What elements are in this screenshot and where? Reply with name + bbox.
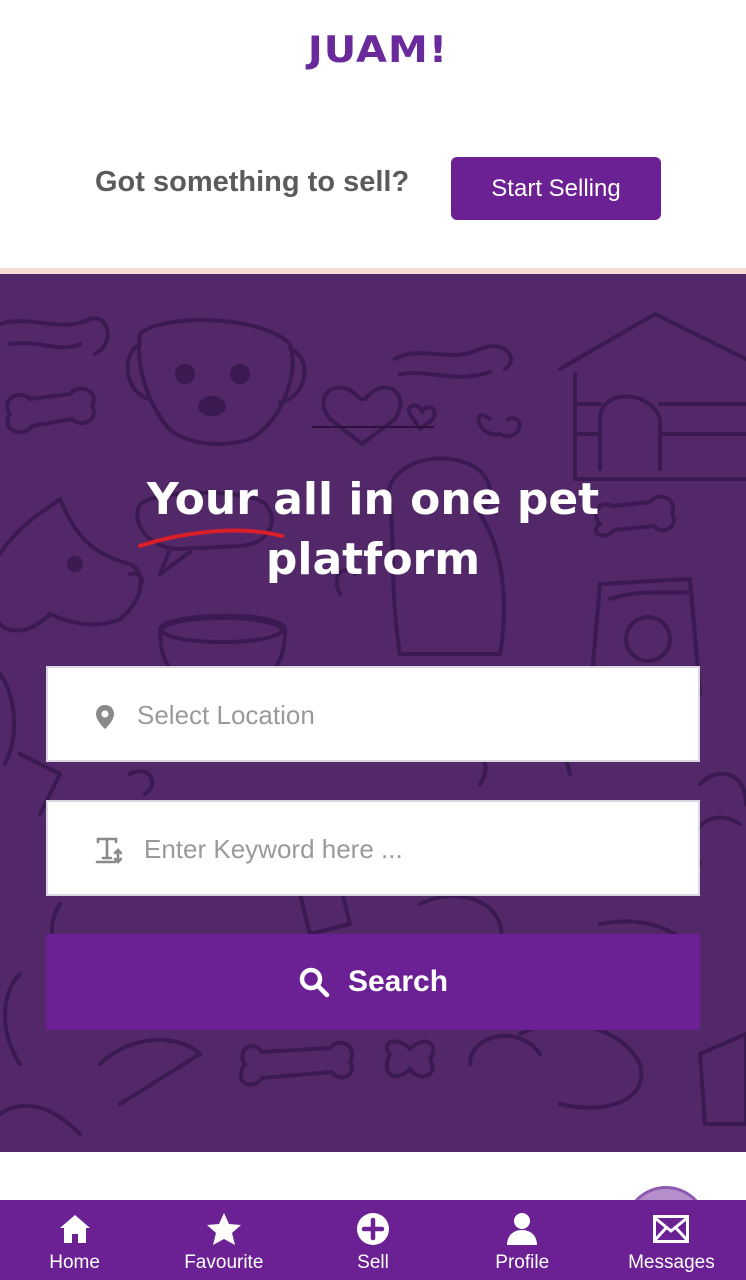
home-icon xyxy=(58,1210,92,1248)
map-pin-icon xyxy=(94,704,116,730)
tab-profile[interactable]: Profile xyxy=(448,1200,597,1280)
logo-text: JUAM! xyxy=(307,28,449,72)
search-icon xyxy=(298,966,330,998)
search-button[interactable]: Search xyxy=(46,934,700,1030)
hero-headline: Your all in one pet platform xyxy=(0,470,746,590)
text-format-icon xyxy=(94,836,122,864)
tab-sell[interactable]: Sell xyxy=(298,1200,447,1280)
tab-favourite-label: Favourite xyxy=(184,1252,264,1273)
hero-headline-line-1: Your all in one pet xyxy=(146,474,600,525)
start-selling-button[interactable]: Start Selling xyxy=(451,157,661,220)
tab-home[interactable]: Home xyxy=(0,1200,149,1280)
hero-divider-rule xyxy=(312,426,434,428)
tab-home-label: Home xyxy=(49,1252,100,1273)
user-icon xyxy=(506,1210,538,1248)
bottom-tab-bar: Home Favourite Sell Profile Messages xyxy=(0,1200,746,1280)
location-input[interactable] xyxy=(137,696,677,734)
sell-prompt-text: Got something to sell? xyxy=(95,166,410,198)
hero-headline-line-2: platform xyxy=(265,534,481,585)
star-icon xyxy=(206,1210,242,1248)
headline-underline-swoosh xyxy=(138,528,284,548)
search-button-label: Search xyxy=(347,965,449,998)
tab-favourite[interactable]: Favourite xyxy=(149,1200,298,1280)
app-screen: JUAM! Got something to sell? Start Selli… xyxy=(0,0,746,1280)
top-header: JUAM! Got something to sell? Start Selli… xyxy=(0,0,746,268)
hero-section: Your all in one pet platform Select Loca… xyxy=(0,274,746,1152)
tab-messages-label: Messages xyxy=(628,1252,715,1273)
plus-circle-icon xyxy=(356,1210,390,1248)
keyword-input[interactable] xyxy=(144,830,674,868)
juam-logo[interactable]: JUAM! xyxy=(262,14,494,86)
tab-sell-label: Sell xyxy=(357,1252,389,1273)
envelope-icon xyxy=(653,1210,690,1248)
keyword-field[interactable] xyxy=(46,800,700,896)
tab-messages[interactable]: Messages xyxy=(597,1200,746,1280)
tab-profile-label: Profile xyxy=(495,1252,550,1273)
location-field[interactable] xyxy=(46,666,700,762)
